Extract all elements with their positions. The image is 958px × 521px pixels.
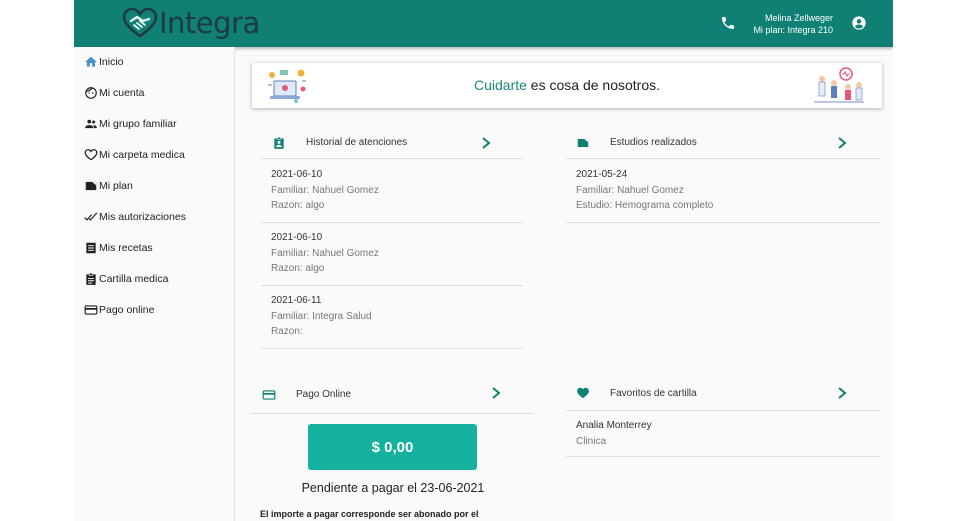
entry-date: 2021-06-10 bbox=[271, 169, 323, 180]
sidebar-item-mi-grupo-familiar[interactable]: Mi grupo familiar bbox=[84, 116, 177, 132]
pago-chevron-right-icon[interactable] bbox=[490, 386, 502, 400]
favoritos-entry[interactable]: Analia Monterrey Clinica bbox=[566, 416, 880, 457]
sidebar-item-label: Mi cuenta bbox=[99, 87, 145, 99]
sidebar-item-mi-plan[interactable]: Mi plan bbox=[84, 178, 133, 194]
document-icon bbox=[86, 242, 96, 254]
entry-date: 2021-06-11 bbox=[271, 295, 322, 306]
entry-date: 2021-05-24 bbox=[576, 169, 628, 180]
doctors-illustration-icon bbox=[814, 67, 864, 103]
phone-icon[interactable] bbox=[720, 15, 736, 31]
card-icon bbox=[262, 389, 276, 400]
assignment-ind-icon bbox=[274, 136, 284, 149]
sidebar-item-label: Cartilla medica bbox=[99, 273, 169, 285]
entry-razon: Razon: bbox=[271, 326, 303, 337]
favoritos-card-header[interactable]: Favoritos de cartilla bbox=[566, 376, 880, 411]
banner-text: Cuidarte es cosa de nosotros. bbox=[252, 77, 882, 93]
clipboard-icon bbox=[86, 272, 96, 285]
entry-estudio: Estudio: Hemograma completo bbox=[576, 200, 714, 211]
entry-date: 2021-06-10 bbox=[271, 232, 323, 243]
user-info: Melina Zellweger Mi plan: Integra 210 bbox=[753, 12, 833, 36]
sidebar-item-label: Mis recetas bbox=[99, 242, 153, 254]
double-check-icon bbox=[84, 212, 98, 221]
favorito-type: Clinica bbox=[576, 435, 607, 447]
pago-title: Pago Online bbox=[296, 389, 352, 400]
entry-familiar: Familiar: Nahuel Gomez bbox=[576, 184, 684, 196]
sidebar-item-cartilla-medica[interactable]: Cartilla medica bbox=[84, 271, 168, 287]
handshake-heart-icon bbox=[122, 7, 158, 38]
sidebar-item-label: Mis autorizaciones bbox=[99, 211, 186, 223]
face-icon bbox=[85, 87, 97, 99]
historial-entry[interactable]: 2021-06-11 Familiar: Integra Salud Razon… bbox=[261, 291, 523, 349]
banner-accent: Cuidarte bbox=[474, 77, 527, 93]
historial-title: Historial de atenciones bbox=[306, 137, 408, 148]
app-frame: Integra Melina Zellweger Mi plan: Integr… bbox=[74, 0, 893, 521]
logo[interactable]: Integra bbox=[122, 6, 260, 40]
sidebar: Inicio Mi cuenta Mi grupo familiar Mi ca… bbox=[74, 47, 235, 521]
sidebar-item-label: Mi plan bbox=[99, 180, 133, 192]
heart-icon bbox=[577, 387, 589, 399]
amount-button[interactable]: $ 0,00 bbox=[308, 424, 477, 470]
entry-familiar: Familiar: Integra Salud bbox=[271, 310, 372, 322]
user-plan: Mi plan: Integra 210 bbox=[753, 25, 833, 35]
logo-text: Integra bbox=[159, 6, 260, 40]
people-icon bbox=[85, 119, 97, 129]
favoritos-title: Favoritos de cartilla bbox=[610, 387, 697, 399]
sidebar-item-mis-autorizaciones[interactable]: Mis autorizaciones bbox=[84, 209, 186, 225]
sidebar-item-mi-cuenta[interactable]: Mi cuenta bbox=[84, 85, 145, 101]
entry-familiar: Familiar: Nahuel Gomez bbox=[271, 184, 379, 196]
sidebar-item-mi-carpeta-medica[interactable]: Mi carpeta medica bbox=[84, 147, 185, 163]
account-circle-icon[interactable] bbox=[851, 15, 867, 31]
top-bar: Integra Melina Zellweger Mi plan: Integr… bbox=[74, 0, 893, 47]
heart-outline-icon bbox=[84, 149, 98, 161]
pending-date: Pendiente a pagar el 23-06-2021 bbox=[301, 481, 485, 495]
historial-entry[interactable]: 2021-06-10 Familiar: Nahuel Gomez Razon:… bbox=[261, 228, 523, 286]
sidebar-item-inicio[interactable]: Inicio bbox=[84, 54, 124, 70]
historial-entry[interactable]: 2021-06-10 Familiar: Nahuel Gomez Razon:… bbox=[261, 165, 523, 223]
entry-razon: Razon: algo bbox=[271, 263, 325, 274]
estudios-chevron-right-icon[interactable] bbox=[836, 136, 848, 150]
estudios-card-header[interactable]: Estudios realizados bbox=[566, 127, 880, 159]
sidebar-item-label: Mi grupo familiar bbox=[99, 118, 177, 130]
banner-message: es cosa de nosotros. bbox=[526, 77, 660, 93]
historial-chevron-right-icon[interactable] bbox=[480, 136, 492, 150]
home-icon bbox=[85, 56, 97, 67]
favorito-name: Analia Monterrey bbox=[576, 420, 652, 431]
sidebar-item-mis-recetas[interactable]: Mis recetas bbox=[84, 240, 153, 256]
sidebar-item-label: Pago online bbox=[99, 304, 155, 316]
sidebar-item-pago-online[interactable]: Pago online bbox=[84, 302, 154, 318]
sidebar-item-label: Mi carpeta medica bbox=[99, 149, 185, 161]
folder-icon bbox=[577, 138, 589, 147]
entry-razon: Razon: algo bbox=[271, 200, 325, 211]
card-icon bbox=[84, 305, 98, 315]
user-name: Melina Zellweger bbox=[764, 13, 833, 23]
promo-banner: Cuidarte es cosa de nosotros. bbox=[252, 63, 882, 108]
favoritos-chevron-right-icon[interactable] bbox=[836, 386, 848, 400]
payment-note: El importe a pagar corresponde ser abona… bbox=[260, 509, 479, 519]
estudios-title: Estudios realizados bbox=[610, 137, 697, 148]
entry-familiar: Familiar: Nahuel Gomez bbox=[271, 247, 379, 259]
sidebar-item-label: Inicio bbox=[99, 56, 124, 68]
estudios-entry[interactable]: 2021-05-24 Familiar: Nahuel Gomez Estudi… bbox=[566, 165, 880, 223]
folder-icon bbox=[85, 181, 97, 191]
